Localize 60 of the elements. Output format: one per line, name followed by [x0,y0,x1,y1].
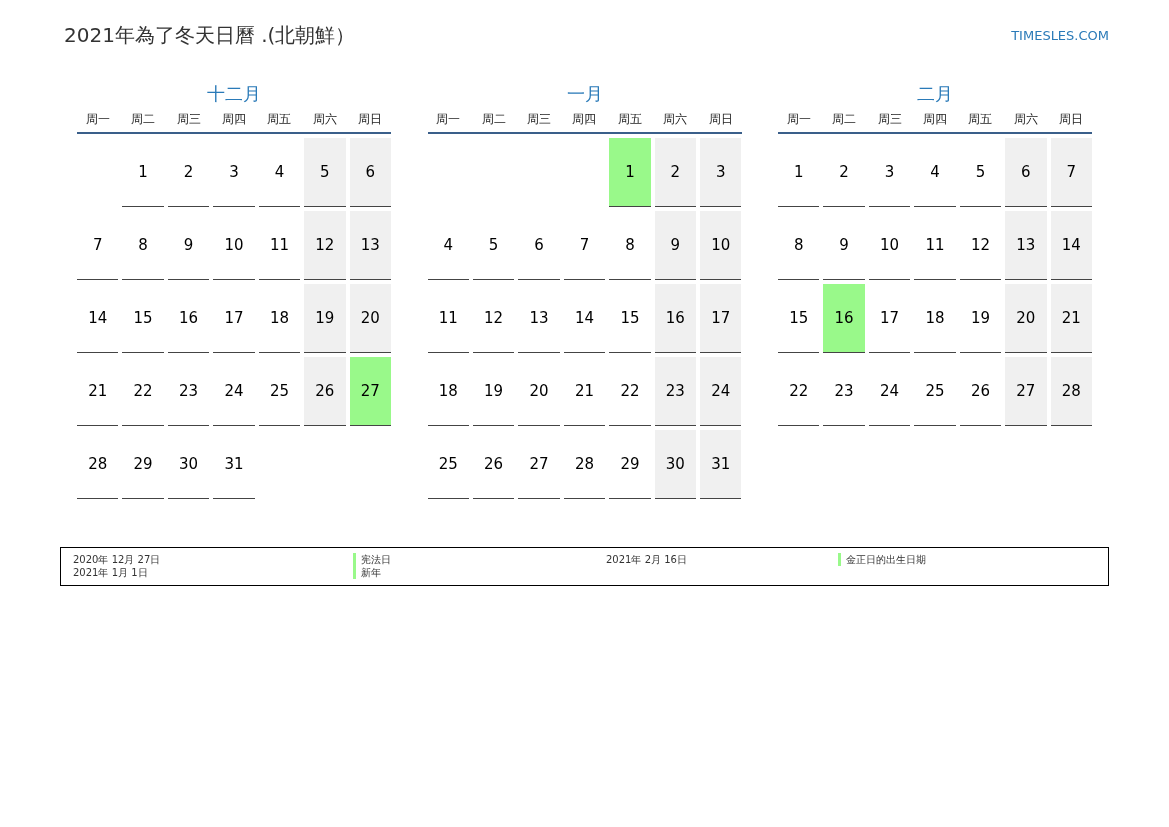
weekday-label: 周日 [707,111,734,128]
day-cell: 21 [1050,284,1092,353]
day-cell: 6 [349,138,391,207]
day-cell: 17 [700,284,742,353]
day-cell: 12 [304,211,346,280]
day-cell: 16 [654,284,697,353]
day-cell: 9 [654,211,697,280]
weekday-label: 周一 [435,111,462,128]
month-title: 十二月 [206,82,262,106]
day-cell: 31 [700,430,742,499]
month-title: 二月 [916,82,954,106]
weekday-label: 周二 [831,111,858,128]
weekday-label: 周五 [266,111,293,128]
day-cell: 30 [654,430,697,499]
weekday-label: 周六 [1012,111,1039,128]
day-cell: 27 [1005,357,1047,426]
holiday-name: 金正日的出生日期 [838,553,926,566]
day-cell: 27 [349,357,391,426]
weekday-label: 周四 [571,111,598,128]
weekday-label: 周三 [175,111,202,128]
day-cell: 7 [1050,138,1092,207]
holiday-name: 新年 [353,566,381,579]
day-cell: 14 [1050,211,1092,280]
day-cell: 20 [1005,284,1047,353]
weekday-label: 周三 [876,111,903,128]
month-title: 一月 [565,82,604,106]
day-cell: 19 [304,284,346,353]
day-cell: 16 [823,284,865,353]
holiday-name: 宪法日 [353,553,391,566]
page-title: 2021年為了冬天日曆 .(北朝鮮） [63,22,356,49]
weekday-label: 周一 [84,111,111,128]
holiday-date: 2021年 1月 1日 [73,566,149,579]
weekday-label: 周三 [526,111,553,128]
day-cell: 10 [700,211,742,280]
weekday-label: 周六 [311,111,338,128]
weekday-label: 周五 [616,111,643,128]
weekday-label: 周四 [922,111,948,128]
day-cell: 13 [1005,211,1047,280]
holiday-date: 2021年 2月 16日 [606,553,688,566]
day-cell: 13 [349,211,391,280]
day-cell: 28 [1050,357,1092,426]
day-cell: 6 [1005,138,1047,207]
day-cell: 24 [700,357,742,426]
weekday-label: 周一 [785,111,812,128]
day-cell: 2 [654,138,697,207]
weekday-label: 周五 [967,111,994,128]
weekday-label: 周二 [130,111,157,128]
holiday-date: 2020年 12月 27日 [73,553,162,566]
day-cell: 20 [349,284,391,353]
day-cell: 1 [609,138,651,207]
weekday-label: 周二 [480,111,507,128]
day-cell: 5 [304,138,346,207]
weekday-label: 周日 [1058,111,1085,128]
day-cell: 26 [304,357,346,426]
weekday-label: 周四 [221,111,247,128]
weekday-label: 周六 [662,111,689,128]
weekday-label: 周日 [357,111,384,128]
day-cell: 3 [700,138,742,207]
day-cell: 23 [654,357,697,426]
site-link[interactable]: TIMESLES.COM [1011,26,1109,46]
